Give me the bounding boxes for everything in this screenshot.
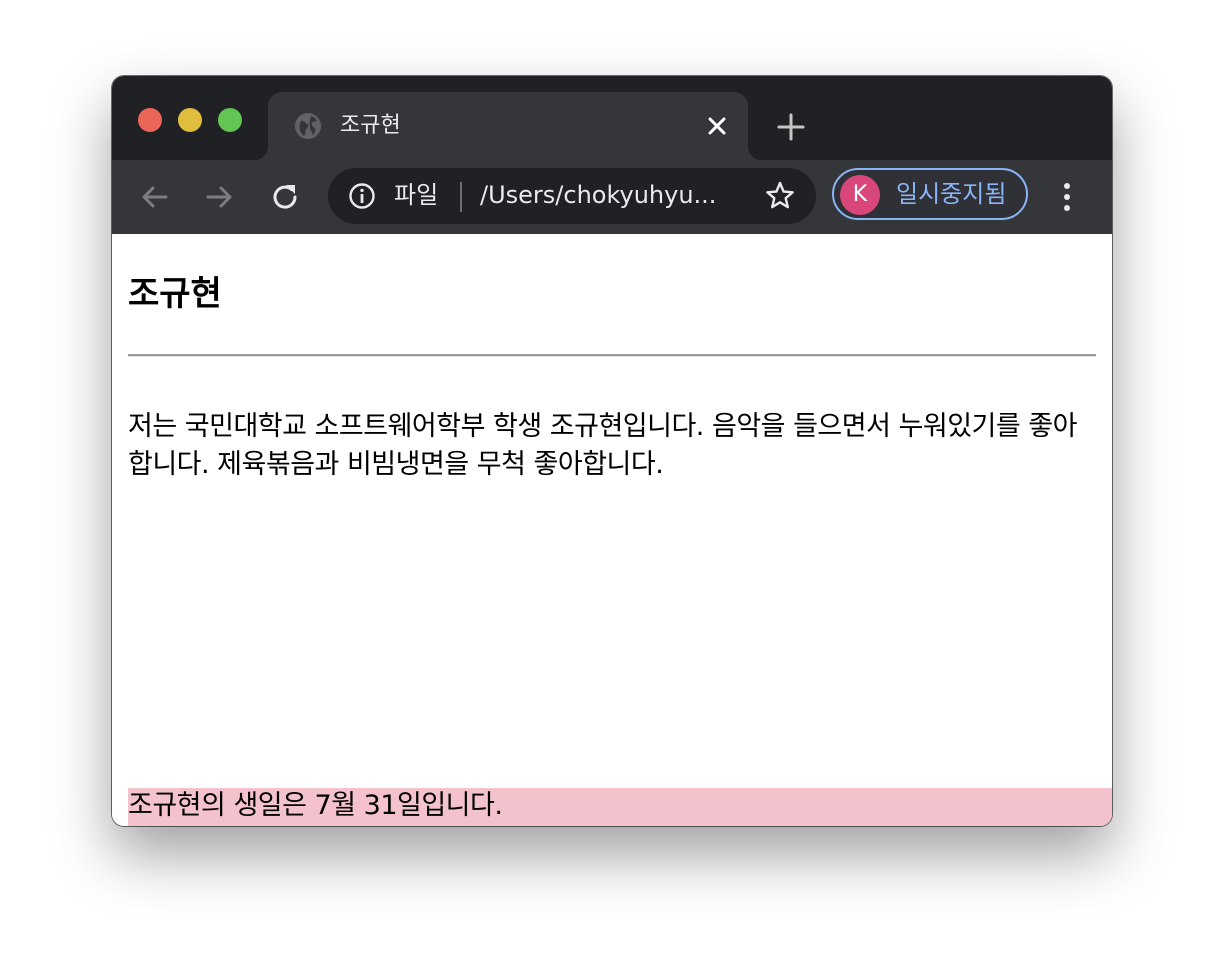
- page-title: 조규현: [128, 274, 222, 314]
- address-bar[interactable]: 파일 /Users/chokyuhyu...: [328, 168, 816, 224]
- browser-window: 조규현 파일 /Users/chokyuhyu... K 일시중지됨 조규현 저…: [112, 76, 1112, 826]
- new-tab-icon[interactable]: [776, 112, 806, 142]
- back-arrow-icon[interactable]: [138, 180, 172, 214]
- tab-strip: 조규현: [112, 76, 1112, 160]
- birthday-footer: 조규현의 생일은 7월 31일입니다.: [128, 788, 1112, 826]
- reload-icon[interactable]: [268, 180, 302, 214]
- browser-toolbar: 파일 /Users/chokyuhyu... K 일시중지됨: [112, 160, 1112, 318]
- desktop-background: 조규현 파일 /Users/chokyuhyu... K 일시중지됨 조규현 저…: [0, 0, 1224, 974]
- avatar: K: [840, 175, 880, 215]
- horizontal-rule: [128, 354, 1096, 357]
- more-vertical-icon[interactable]: [1052, 180, 1082, 214]
- info-icon[interactable]: [348, 182, 376, 210]
- url-text[interactable]: /Users/chokyuhyu...: [480, 180, 756, 210]
- profile-status-label: 일시중지됨: [896, 180, 1007, 208]
- omnibox-divider: [460, 182, 462, 212]
- scheme-label: 파일: [394, 181, 439, 209]
- intro-paragraph: 저는 국민대학교 소프트웨어학부 학생 조규현입니다. 음악을 들으면서 누워있…: [128, 411, 1077, 480]
- tab-title: 조규현: [340, 113, 401, 138]
- globe-icon: [294, 112, 322, 140]
- window-minimize-button[interactable]: [178, 108, 202, 132]
- forward-arrow-icon[interactable]: [202, 180, 236, 214]
- window-close-button[interactable]: [138, 108, 162, 132]
- bookmark-star-icon[interactable]: [764, 180, 796, 212]
- tab-active[interactable]: 조규현: [254, 92, 762, 160]
- window-zoom-button[interactable]: [218, 108, 242, 132]
- page-content: 조규현 저는 국민대학교 소프트웨어학부 학생 조규현입니다. 음악을 들으면서…: [112, 234, 1112, 826]
- close-tab-icon[interactable]: [704, 113, 730, 139]
- profile-button[interactable]: K 일시중지됨: [832, 168, 1028, 220]
